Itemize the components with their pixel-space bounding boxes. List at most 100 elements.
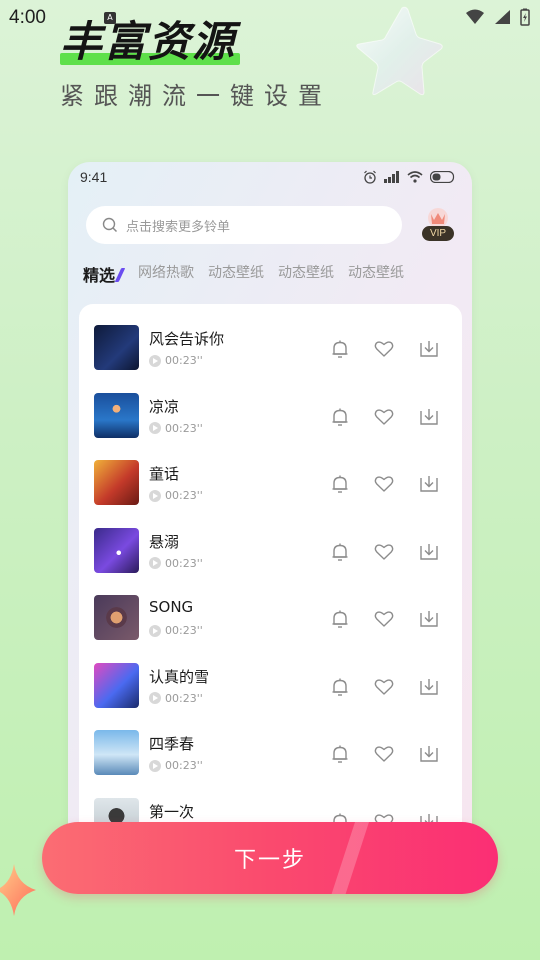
song-cover [94, 595, 139, 640]
bell-icon[interactable] [329, 406, 351, 428]
next-step-button[interactable]: 下一步 [42, 822, 498, 894]
tab-live-wallpaper[interactable]: 动态壁纸 [348, 262, 404, 286]
preview-status-icons [363, 170, 456, 184]
song-row[interactable]: 悬溺 00:23'' [79, 507, 462, 574]
phone-preview: 9:41 点击搜索更多铃单 VIP 精选 网络热歌 动态壁纸 动态壁纸 动态壁纸… [68, 162, 472, 882]
title-badge: A [104, 12, 116, 24]
sparkle-decoration-icon [0, 864, 36, 916]
heart-icon[interactable] [373, 338, 395, 360]
song-duration: 00:23'' [149, 422, 203, 435]
wifi-icon [407, 171, 423, 183]
heart-icon[interactable] [373, 473, 395, 495]
tab-label: 精选 [83, 266, 116, 285]
headline: 丰富资源 A [60, 8, 241, 69]
bell-icon[interactable] [329, 541, 351, 563]
download-icon[interactable] [418, 608, 440, 630]
play-icon [149, 759, 161, 772]
page-subtitle: 紧跟潮流一键设置 [60, 82, 332, 110]
duration-text: 00:23'' [165, 556, 203, 570]
song-cover [94, 325, 139, 370]
play-icon [149, 422, 161, 434]
song-row[interactable]: 风会告诉你 00:23'' [79, 304, 462, 371]
download-icon[interactable] [418, 743, 440, 765]
song-name: SONG [149, 598, 194, 616]
duration-text: 00:23'' [165, 759, 203, 772]
alarm-icon [364, 170, 376, 184]
heart-icon[interactable] [373, 743, 395, 765]
heart-icon[interactable] [373, 608, 395, 630]
button-shine [325, 822, 373, 894]
battery-icon [430, 171, 455, 183]
tab-active-marker [114, 268, 126, 282]
bell-icon[interactable] [329, 338, 351, 360]
star-decoration-icon [356, 6, 443, 96]
song-duration: 00:23'' [149, 354, 203, 367]
download-icon[interactable] [418, 541, 440, 563]
song-name: 风会告诉你 [149, 330, 225, 348]
song-cover [94, 392, 139, 438]
heart-icon[interactable] [373, 676, 395, 698]
song-row[interactable]: 凉凉 00:23'' [79, 372, 462, 439]
tab-featured[interactable]: 精选 [83, 262, 126, 286]
heart-icon[interactable] [373, 406, 395, 428]
song-cover [94, 662, 139, 708]
duration-text: 00:23'' [165, 489, 203, 502]
song-name: 认真的雪 [149, 667, 210, 686]
song-name: 童话 [149, 465, 180, 483]
battery-charging-icon [520, 8, 530, 26]
search-bar[interactable]: 点击搜索更多铃单 [86, 206, 402, 244]
play-icon [149, 692, 161, 704]
search-icon [102, 217, 118, 233]
song-cover [94, 730, 139, 775]
vip-button[interactable]: VIP [420, 206, 456, 244]
bell-icon[interactable] [329, 608, 351, 630]
download-icon[interactable] [418, 473, 440, 495]
duration-text: 00:23'' [165, 354, 203, 367]
song-list: 风会告诉你 00:23'' 凉凉 00:23'' 童话 00:23'' 悬溺 0… [79, 304, 462, 882]
song-duration: 00:23'' [149, 624, 203, 637]
signal-bars-icon [384, 171, 399, 183]
song-name: 第一次 [149, 802, 195, 821]
vip-label: VIP [422, 226, 454, 241]
search-placeholder: 点击搜索更多铃单 [126, 219, 231, 235]
song-name: 凉凉 [149, 397, 180, 416]
song-name: 四季春 [149, 735, 195, 753]
preview-status-bar: 9:41 [68, 162, 472, 192]
tab-hot-songs[interactable]: 网络热歌 [138, 262, 194, 286]
song-cover [94, 460, 139, 505]
category-tabs: 精选 网络热歌 动态壁纸 动态壁纸 动态壁纸 [83, 262, 418, 286]
heart-icon[interactable] [373, 541, 395, 563]
system-time: 4:00 [9, 7, 46, 28]
next-step-label: 下一步 [233, 848, 306, 873]
tab-live-wallpaper[interactable]: 动态壁纸 [278, 262, 334, 286]
bell-icon[interactable] [329, 676, 351, 698]
bell-icon[interactable] [329, 743, 351, 765]
play-icon [149, 354, 161, 367]
download-icon[interactable] [418, 676, 440, 698]
bell-icon[interactable] [329, 473, 351, 495]
title-wrap: 丰富资源 A [60, 8, 241, 69]
tab-live-wallpaper[interactable]: 动态壁纸 [208, 262, 264, 286]
page-title: 丰富资源 [60, 17, 237, 66]
play-icon [149, 557, 161, 569]
preview-time: 9:41 [80, 169, 108, 185]
song-row[interactable]: SONG 00:23'' [79, 574, 462, 641]
download-icon[interactable] [418, 406, 440, 428]
system-icons [466, 8, 530, 26]
song-row[interactable]: 认真的雪 00:23'' [79, 642, 462, 709]
wifi-icon [466, 9, 484, 24]
cellular-signal-icon [495, 10, 510, 24]
song-row[interactable]: 童话 00:23'' [79, 439, 462, 506]
download-icon[interactable] [418, 338, 440, 360]
song-duration: 00:23'' [149, 489, 203, 502]
duration-text: 00:23'' [165, 624, 203, 637]
song-row[interactable]: 四季春 00:23'' [79, 709, 462, 776]
duration-text: 00:23'' [165, 421, 203, 435]
song-cover [94, 527, 139, 573]
song-name: 悬溺 [149, 532, 180, 551]
play-icon [149, 489, 161, 502]
song-duration: 00:23'' [149, 759, 203, 772]
song-duration: 00:23'' [149, 692, 203, 705]
play-icon [149, 624, 161, 637]
song-duration: 00:23'' [149, 557, 203, 570]
